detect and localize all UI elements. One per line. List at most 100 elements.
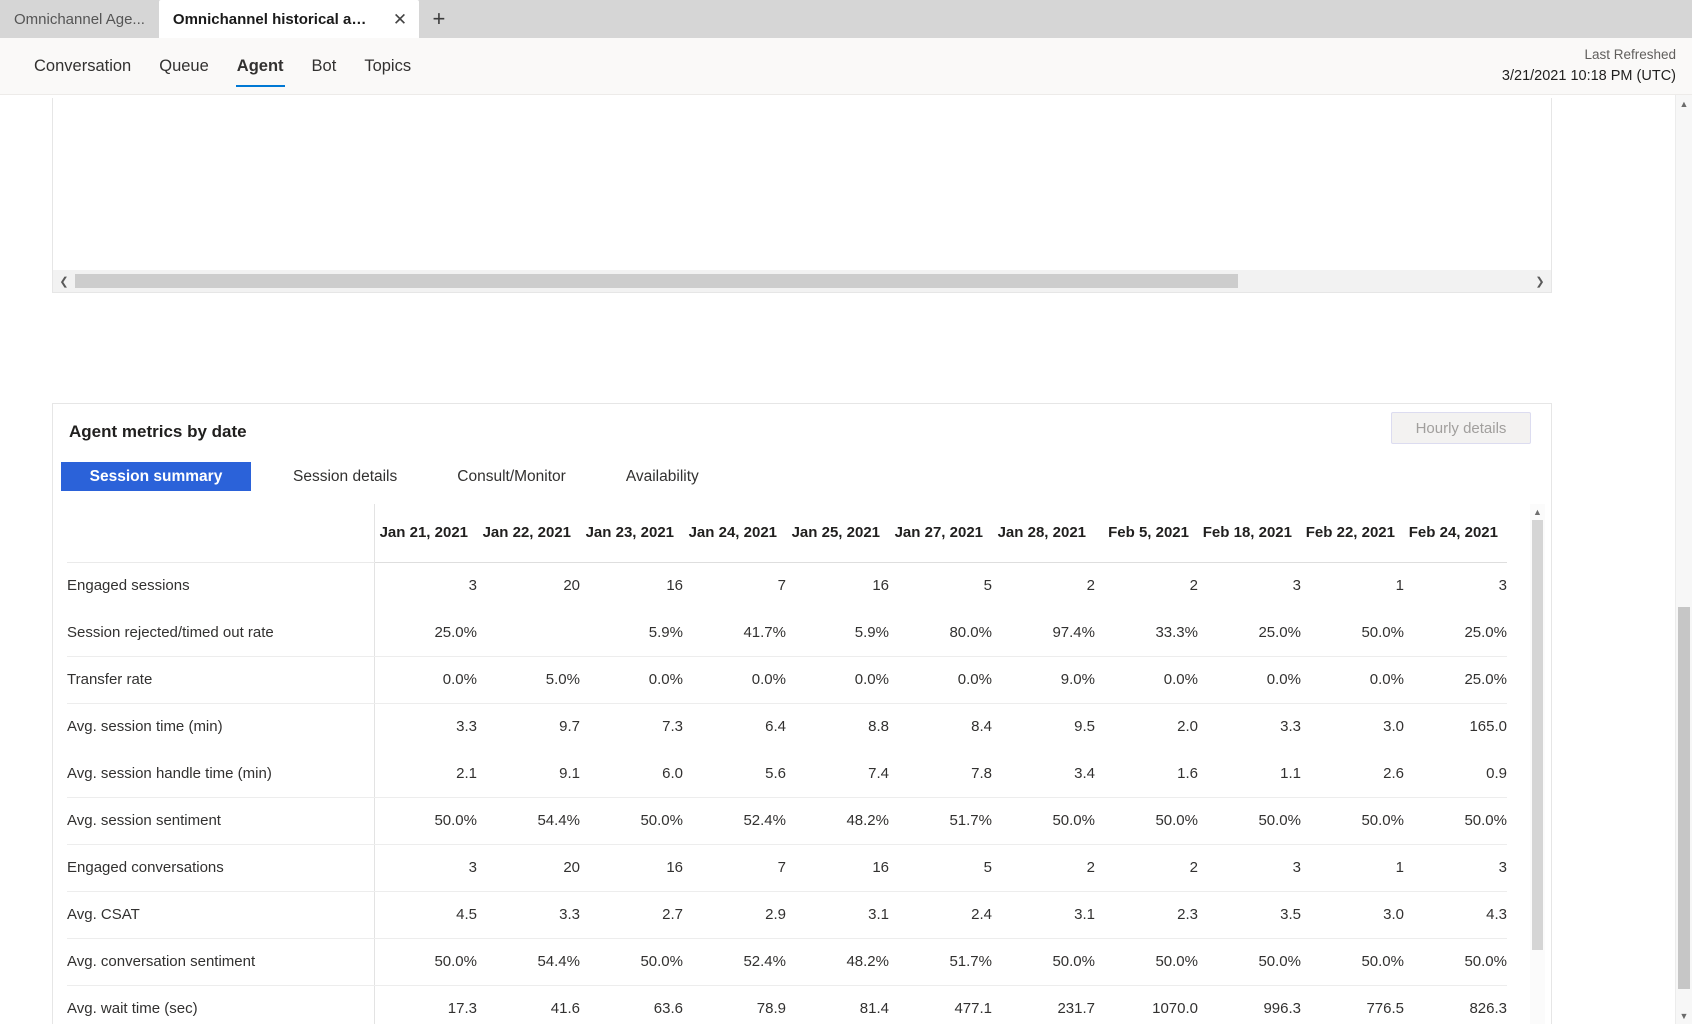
nav-tab-bot-label: Bot [311,57,337,75]
table-header-date: Jan 28, 2021 [992,504,1095,563]
nav-tab-conversation[interactable]: Conversation [20,38,145,95]
browser-tab-1-title: Omnichannel Age... [14,10,145,28]
top-chart-scroll-thumb[interactable] [75,274,1239,288]
table-cell-value: 2 [1189,577,1198,595]
chevron-down-icon[interactable]: ▼ [1530,1019,1545,1024]
tab-session-summary[interactable]: Session summary [61,462,251,491]
table-cell-value: 25.0% [1198,609,1301,657]
close-icon[interactable]: ✕ [389,8,411,30]
table-cell-value: 2.7 [580,891,683,939]
table-cell-value: 3.1 [786,891,889,939]
table-cell-value: 2.9 [683,891,786,939]
table-cell-value: 50.0% [374,938,477,986]
nav-tab-agent-label: Agent [236,57,284,75]
nav-tab-topics[interactable]: Topics [350,38,425,95]
table-vertical-scrollbar[interactable]: ▲ ▼ [1530,504,1545,1024]
tab-consult-monitor[interactable]: Consult/Monitor [439,462,584,491]
plus-icon[interactable]: + [419,0,459,38]
nav-tab-queue[interactable]: Queue [145,38,223,95]
table-cell-value: 2.1 [374,750,477,798]
table-row: Avg. CSAT 4.5 3.3 2.7 2.9 3.1 2.4 3.1 2.3 3.5 3.0 4… [67,891,1507,939]
chevron-left-icon[interactable]: ❮ [53,270,75,292]
table-cell-value: 3.4 [992,750,1095,798]
table-header-row: Jan 21, 2021 Jan 22, 2021 Jan 23, 2021 Jan … [67,504,1507,563]
table-cell-value: 50.0% [1404,797,1507,845]
table-cell-value: 54.4% [477,797,580,845]
table-row: Engaged sessions 3 20 16 7 16 5 2 2 3 1 3 [67,562,1507,609]
nav-tab-conversation-label: Conversation [34,57,132,75]
chevron-up-icon[interactable]: ▲ [1530,504,1545,519]
table-header-date: Feb 24, 2021 [1404,504,1507,563]
table-cell-value: 0.0% [1095,656,1198,704]
table-cell-value: 16 [786,844,889,892]
table-cell-value: 477.1 [889,985,992,1024]
table-header-date: Jan 21, 2021 [374,504,477,563]
last-refreshed-block: Last Refreshed 3/21/2021 10:18 PM (UTC) [1502,44,1676,87]
table-cell-value: 1 [1395,577,1404,595]
metrics-table-wrapper: Jan 21, 2021 Jan 22, 2021 Jan 23, 2021 Jan … [67,504,1545,1024]
table-header-date: Jan 22, 2021 [477,504,580,563]
table-cell-value: 9.7 [559,718,580,736]
table-cell-value: 0.0% [683,656,786,704]
browser-tab-strip: Omnichannel Age... Omnichannel historica… [0,0,1692,38]
table-row: Avg. conversation sentiment 50.0% 54.4% 50.… [67,938,1507,986]
page-scroll-thumb[interactable] [1678,607,1690,989]
table-cell-value: 50.0% [992,938,1095,986]
table-cell-value: 50.0% [580,938,683,986]
tab-availability[interactable]: Availability [608,462,717,491]
metrics-table-head: Jan 21, 2021 Jan 22, 2021 Jan 23, 2021 Jan … [67,504,1507,563]
nav-tab-bot[interactable]: Bot [298,38,351,95]
table-cell-value: 0.0% [580,656,683,704]
table-row-label: Avg. CSAT [67,891,375,939]
table-cell-value: 48.2% [786,938,889,986]
browser-tab-2-title: Omnichannel historical an... [172,10,372,28]
table-cell-value: 41.7% [683,609,786,657]
table-row: Session rejected/timed out rate 25.0% 5.9%… [67,609,1507,657]
table-cell-value: 996.3 [1198,985,1301,1024]
table-cell-value: 1.6 [1095,750,1198,798]
table-cell-value: 52.4% [683,797,786,845]
tab-session-details[interactable]: Session details [275,462,415,491]
top-chart-scroll-track[interactable] [75,274,1529,288]
browser-tab-2[interactable]: Omnichannel historical an... ✕ [158,0,419,38]
table-cell-value: 0.0% [786,656,889,704]
table-cell-value: 3 [468,577,477,595]
table-cell-value: 50.0% [1095,938,1198,986]
table-cell-value: 78.9 [683,985,786,1024]
table-vertical-scroll-thumb[interactable] [1532,520,1543,950]
table-cell-value: 7.4 [786,750,889,798]
table-cell-value: 63.6 [580,985,683,1024]
table-cell-value: 50.0% [1404,938,1507,986]
table-cell-value: 2 [1095,844,1198,892]
table-cell-value: 9.0% [992,656,1095,704]
table-cell-value: 9.1 [477,750,580,798]
table-cell-value: 2 [992,844,1095,892]
table-cell-value: 3 [1292,577,1301,595]
table-cell-value: 0.0% [1198,656,1301,704]
table-cell-value: 52.4% [683,938,786,986]
table-row-label: Transfer rate [67,656,375,704]
table-cell-value: 50.0% [1301,938,1404,986]
chevron-down-icon[interactable]: ▼ [1676,1007,1692,1024]
table-header-date: Jan 27, 2021 [889,504,992,563]
table-row: Avg. session sentiment 50.0% 54.4% 50.0% 52.… [67,797,1507,845]
table-cell-value: 2 [1086,577,1095,595]
browser-tab-1[interactable]: Omnichannel Age... [0,0,159,38]
hourly-details-button[interactable]: Hourly details [1391,412,1531,444]
table-cell-value: 0.0% [889,656,992,704]
table-cell-value: 2.3 [1095,891,1198,939]
table-row-label: Session rejected/timed out rate [67,609,375,657]
page-vertical-scrollbar[interactable]: ▲ ▼ [1675,95,1692,1024]
table-cell-value: 2.6 [1301,750,1404,798]
agent-metrics-table: Jan 21, 2021 Jan 22, 2021 Jan 23, 2021 Jan … [67,504,1507,1024]
table-cell-value: 3.0 [1301,891,1404,939]
nav-tab-agent[interactable]: Agent [223,38,298,95]
chevron-right-icon[interactable]: ❯ [1529,270,1551,292]
table-cell-value: 826.3 [1404,985,1507,1024]
metrics-table-body: Engaged sessions 3 20 16 7 16 5 2 2 3 1 3 Session re… [67,562,1507,1024]
table-cell-value: 50.0% [1198,938,1301,986]
top-chart-horizontal-scrollbar[interactable]: ❮ ❯ [53,270,1551,292]
table-header-date: Feb 5, 2021 [1095,504,1198,563]
chevron-up-icon[interactable]: ▲ [1676,95,1692,112]
table-row-label: Avg. session sentiment [67,797,375,845]
